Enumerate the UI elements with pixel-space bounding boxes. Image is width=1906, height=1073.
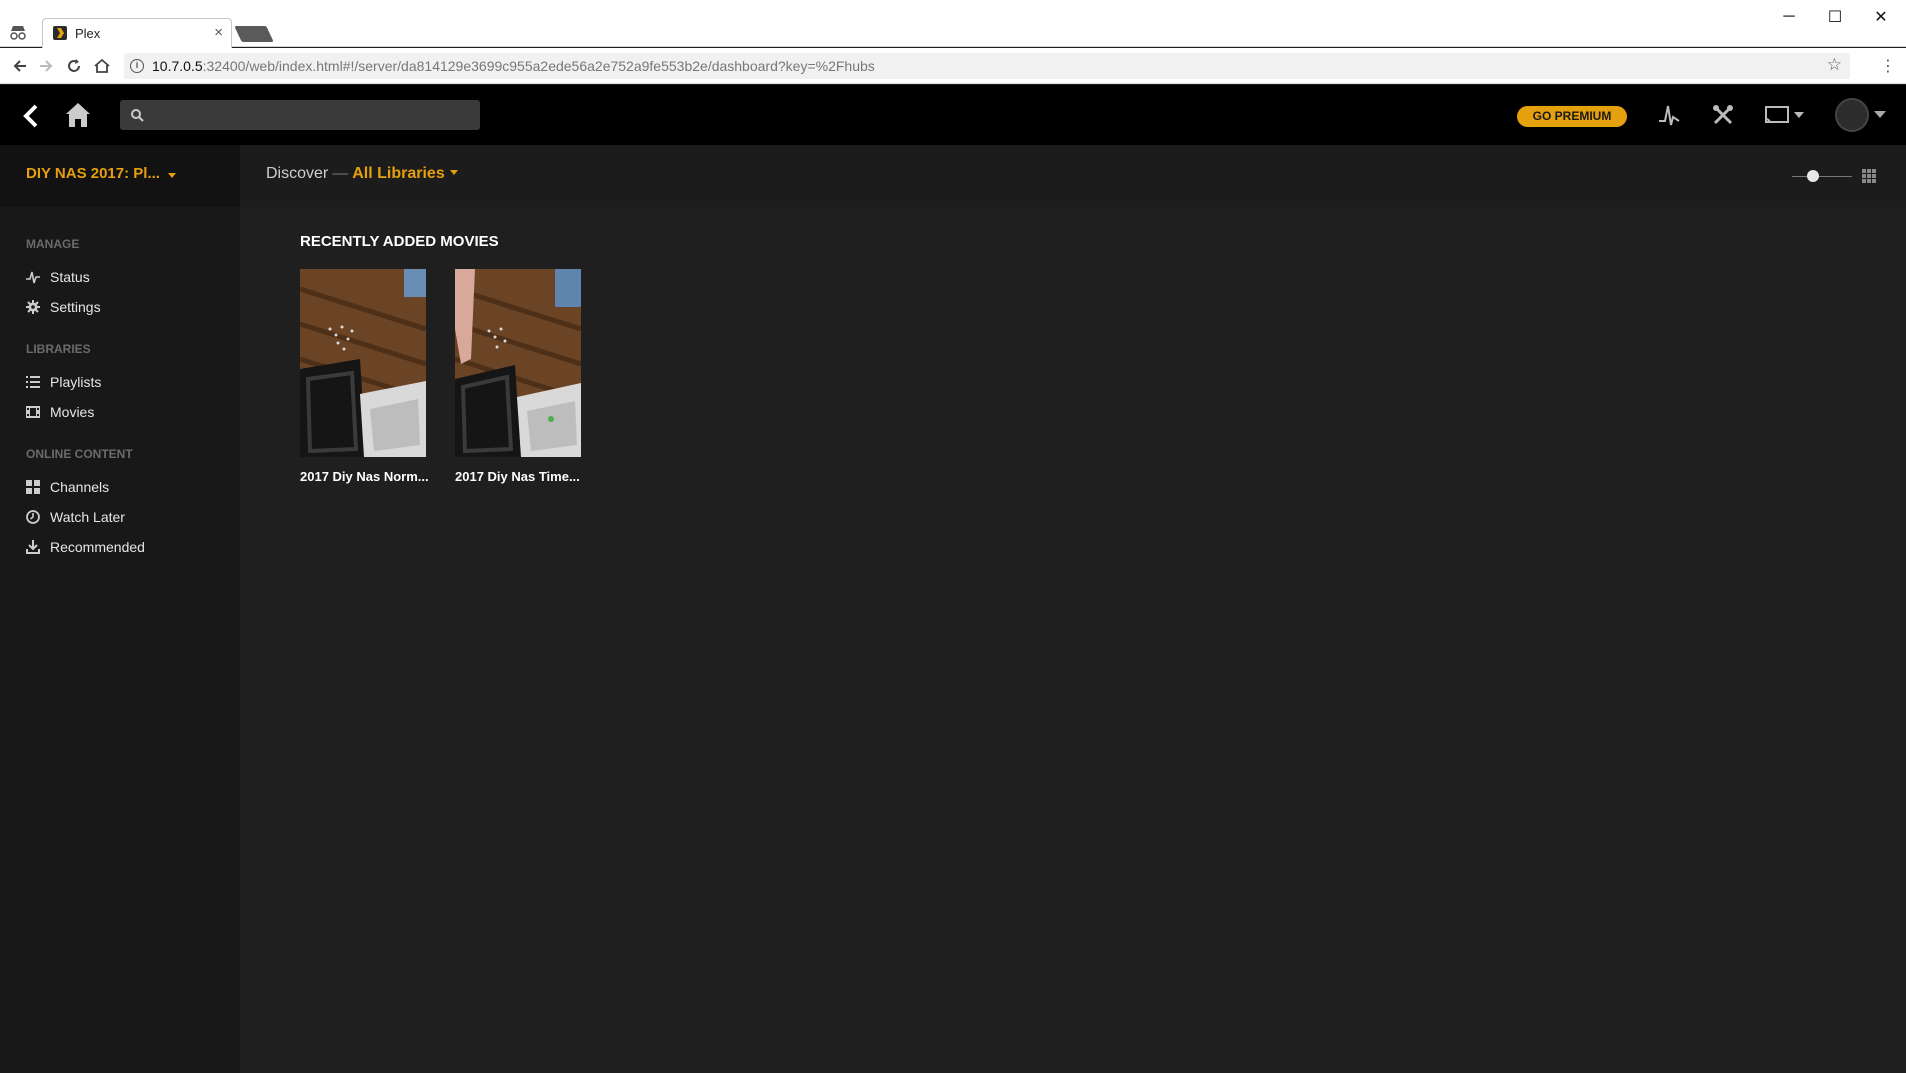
clock-icon	[26, 510, 40, 524]
slider-handle[interactable]	[1807, 170, 1819, 182]
plex-favicon-icon	[53, 26, 67, 40]
search-icon	[131, 109, 144, 122]
movie-card[interactable]: 2017 Diy Nas Norm...	[300, 269, 429, 484]
section-label-libraries: LIBRARIES	[26, 342, 91, 356]
browser-titlebar: Plex × ─ ☐ ✕	[0, 0, 1906, 48]
breadcrumb-discover[interactable]: Discover	[266, 165, 328, 182]
list-icon	[26, 376, 40, 388]
movie-title[interactable]: 2017 Diy Nas Time...	[455, 469, 585, 484]
sidebar: DIY NAS 2017: Pl... MANAGE Status Settin…	[0, 145, 240, 1073]
maximize-button[interactable]: ☐	[1812, 4, 1858, 30]
search-input[interactable]	[120, 100, 480, 130]
sidebar-item-label: Movies	[50, 404, 95, 420]
url-text: 10.7.0.5:32400/web/index.html#!/server/d…	[152, 58, 875, 74]
new-tab-button[interactable]	[234, 26, 274, 42]
activity-icon	[26, 271, 40, 284]
sidebar-item-watch-later[interactable]: Watch Later	[26, 507, 226, 529]
chevron-down-icon[interactable]	[1874, 111, 1886, 118]
browser-toolbar: i 10.7.0.5:32400/web/index.html#!/server…	[0, 48, 1906, 84]
breadcrumb-separator: —	[332, 165, 349, 182]
sidebar-item-playlists[interactable]: Playlists	[26, 372, 226, 394]
movie-card[interactable]: 2017 Diy Nas Time...	[455, 269, 581, 484]
bookmark-star-icon[interactable]: ☆	[1827, 55, 1842, 75]
section-label-online-content: ONLINE CONTENT	[26, 447, 133, 461]
sidebar-item-recommended[interactable]: Recommended	[26, 537, 226, 559]
grid-icon	[26, 480, 40, 494]
cast-icon[interactable]	[1764, 103, 1806, 127]
sidebar-item-label: Channels	[50, 479, 110, 495]
incognito-icon	[10, 26, 26, 40]
forward-arrow-icon[interactable]	[36, 56, 56, 76]
sidebar-item-status[interactable]: Status	[26, 267, 226, 289]
browser-menu-icon[interactable]: ⋮	[1880, 56, 1896, 76]
main-content: RECENTLY ADDED MOVIES 2017 Diy Nas Norm.…	[240, 207, 1906, 1073]
server-name[interactable]: DIY NAS 2017: Pl...	[26, 165, 160, 182]
close-window-button[interactable]: ✕	[1858, 4, 1904, 30]
info-icon[interactable]: i	[130, 59, 144, 73]
sidebar-item-label: Recommended	[50, 539, 145, 555]
plex-app: GO PREMIUM DIY NAS 2017: Pl... MANAGE St…	[0, 85, 1906, 1073]
back-arrow-icon[interactable]	[10, 56, 30, 76]
download-icon	[26, 540, 40, 554]
server-selector[interactable]: DIY NAS 2017: Pl...	[0, 145, 240, 207]
browser-tab[interactable]: Plex ×	[42, 18, 232, 48]
sidebar-item-label: Status	[50, 269, 90, 285]
sidebar-item-label: Settings	[50, 299, 101, 315]
activity-icon[interactable]	[1658, 103, 1680, 127]
sidebar-item-settings[interactable]: Settings	[26, 297, 226, 319]
movie-poster[interactable]	[455, 269, 581, 457]
breadcrumb: Discover — All Libraries	[266, 165, 458, 183]
movie-title[interactable]: 2017 Diy Nas Norm...	[300, 469, 430, 484]
library-selector[interactable]: All Libraries	[352, 165, 444, 182]
go-premium-button[interactable]: GO PREMIUM	[1517, 106, 1627, 127]
settings-tools-icon[interactable]	[1711, 103, 1735, 127]
section-label-manage: MANAGE	[26, 237, 80, 251]
sidebar-item-label: Playlists	[50, 374, 102, 390]
user-avatar[interactable]	[1835, 98, 1869, 132]
tab-close-icon[interactable]: ×	[214, 24, 223, 41]
poster-size-slider[interactable]	[1792, 176, 1852, 177]
minimize-button[interactable]: ─	[1766, 4, 1812, 30]
grid-view-icon[interactable]	[1862, 169, 1876, 183]
hub-title: RECENTLY ADDED MOVIES	[300, 233, 499, 250]
home-icon[interactable]	[64, 101, 92, 129]
back-chevron-icon[interactable]	[20, 103, 42, 129]
film-icon	[26, 406, 40, 418]
sidebar-item-label: Watch Later	[50, 509, 125, 525]
tab-title: Plex	[75, 26, 101, 41]
sidebar-item-channels[interactable]: Channels	[26, 477, 226, 499]
plex-topbar: GO PREMIUM	[0, 85, 1906, 145]
chevron-down-icon[interactable]	[168, 173, 176, 178]
address-bar[interactable]: i 10.7.0.5:32400/web/index.html#!/server…	[124, 53, 1850, 79]
movie-poster[interactable]	[300, 269, 426, 457]
content-header: Discover — All Libraries	[240, 145, 1906, 207]
sidebar-item-movies[interactable]: Movies	[26, 402, 226, 424]
gear-icon	[26, 300, 40, 314]
chevron-down-icon[interactable]	[449, 170, 458, 175]
home-page-icon[interactable]	[92, 56, 112, 76]
reload-icon[interactable]	[64, 56, 84, 76]
